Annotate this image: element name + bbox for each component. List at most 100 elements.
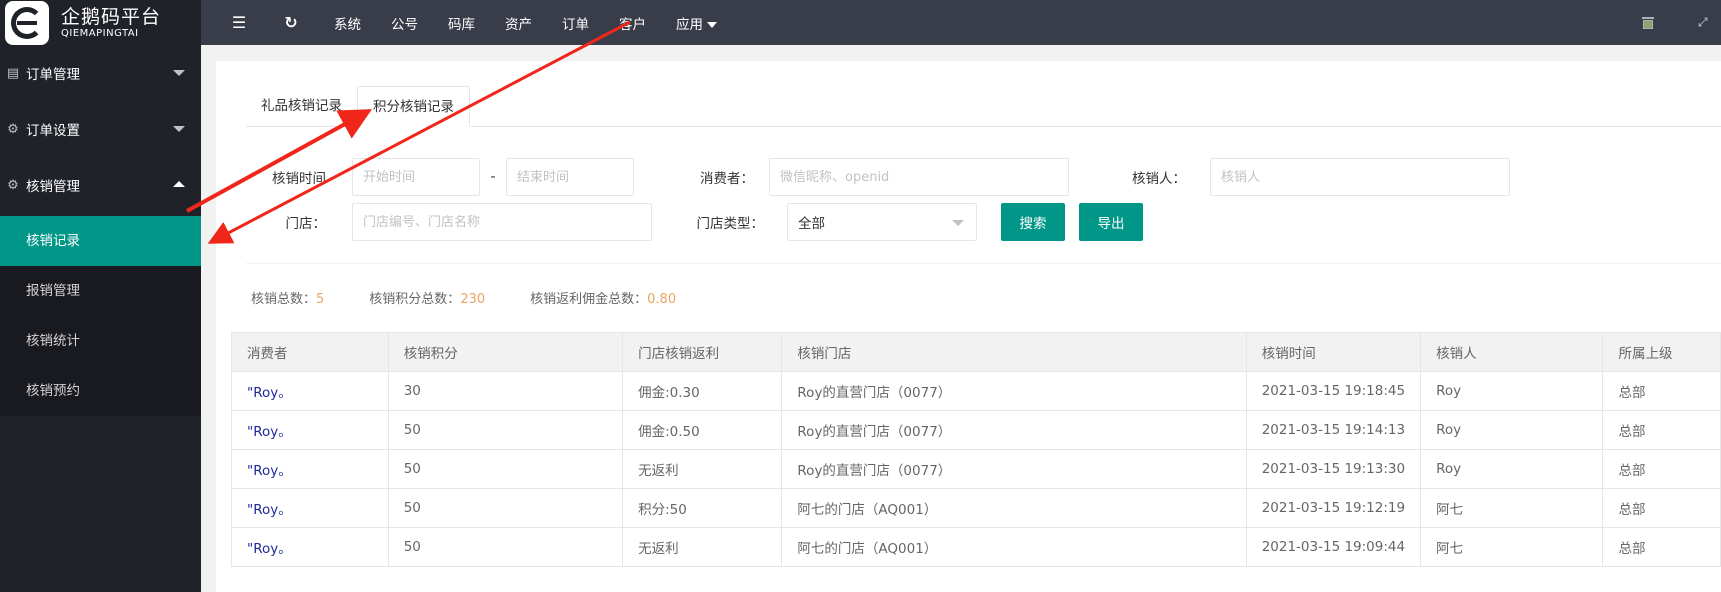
nav-item-assets[interactable]: 资产 xyxy=(505,13,532,33)
stat-label: 核销返利佣金总数： xyxy=(530,292,648,307)
cell-time: 2021-03-15 19:12:19 xyxy=(1245,488,1422,528)
top-nav: ☰ ↻ 系统 公号 码库 资产 订单 客户 应用 xyxy=(220,0,717,45)
gear-icon: ⚙ xyxy=(7,177,19,193)
sidebar-item-verification-booking[interactable]: 核销预约 xyxy=(0,366,201,416)
nav-item-apps-label: 应用 xyxy=(676,16,703,33)
sidebar-item-reimbursement[interactable]: 报销管理 xyxy=(0,266,201,316)
sidebar-item-verification-records[interactable]: 核销记录 xyxy=(0,216,201,266)
end-time-input[interactable] xyxy=(506,158,634,196)
cell-verifier: 阿七 xyxy=(1420,488,1604,528)
consumer-label: 消费者： xyxy=(700,171,754,187)
store-type-value: 全部 xyxy=(798,216,825,232)
cell-consumer[interactable]: "Roy。 xyxy=(231,410,389,450)
table-row: "Roy。 30 佣金:0.30 Roy的直营门店（0077） 2021-03-15 1… xyxy=(231,371,1721,411)
top-bar: 企鹅码平台 QIEMAPINGTAI ☰ ↻ 系统 公号 码库 资产 订单 客户… xyxy=(0,0,1721,45)
cell-verifier: Roy xyxy=(1420,371,1604,411)
cell-points: 50 xyxy=(387,410,624,450)
cell-time: 2021-03-15 19:18:45 xyxy=(1245,371,1422,411)
logo[interactable]: 企鹅码平台 QIEMAPINGTAI xyxy=(0,0,201,45)
col-consumer[interactable]: 消费者 xyxy=(231,332,389,372)
cell-store: 阿七的门店（AQ001） xyxy=(781,527,1247,567)
caret-down-icon xyxy=(707,21,717,28)
store-label: 门店： xyxy=(285,216,327,232)
nav-item-customers[interactable]: 客户 xyxy=(619,13,646,33)
nav-item-official-account[interactable]: 公号 xyxy=(391,13,418,33)
table-header-row: 消费者 核销积分 门店核销返利 核销门店 核销时间 核销人 所属上级 xyxy=(231,332,1721,372)
col-store[interactable]: 核销门店 xyxy=(781,332,1247,372)
nav-item-orders[interactable]: 订单 xyxy=(562,13,589,33)
cell-points: 50 xyxy=(387,527,624,567)
cell-points: 30 xyxy=(387,371,624,411)
stat-value: 0.80 xyxy=(647,292,677,307)
cell-parent: 总部 xyxy=(1602,449,1721,489)
cell-store: Roy的直营门店（0077） xyxy=(781,410,1247,450)
sidebar-item-verification-stats[interactable]: 核销统计 xyxy=(0,316,201,366)
fullscreen-icon[interactable]: ⤢ xyxy=(1698,0,1708,45)
col-time[interactable]: 核销时间 xyxy=(1245,332,1422,372)
nav-item-apps[interactable]: 应用 xyxy=(676,13,717,33)
table-row: "Roy。 50 无返利 阿七的门店（AQ001） 2021-03-15 19:09:4… xyxy=(231,527,1721,567)
cell-consumer[interactable]: "Roy。 xyxy=(231,488,389,528)
cell-consumer[interactable]: "Roy。 xyxy=(231,449,389,489)
tab-bar: 礼品核销记录 积分核销记录 xyxy=(246,86,1721,127)
cell-verifier: 阿七 xyxy=(1420,527,1604,567)
export-button[interactable]: 导出 xyxy=(1079,203,1143,241)
refresh-icon[interactable]: ↻ xyxy=(272,13,310,32)
sidebar: ▤ 订单管理 ⚙ 订单设置 ⚙ 核销管理 核销记录 报销管理 核销统计 核销预约 xyxy=(0,45,201,592)
nav-item-code-library[interactable]: 码库 xyxy=(448,13,475,33)
cell-verifier: Roy xyxy=(1420,410,1604,450)
stats-bar: 核销总数：5 核销积分总数：230 核销返利佣金总数：0.80 xyxy=(251,288,721,307)
records-table: 消费者 核销积分 门店核销返利 核销门店 核销时间 核销人 所属上级 "Roy。… xyxy=(231,332,1721,567)
store-type-label: 门店类型： xyxy=(696,216,765,232)
filter-row-2: 门店： 门店类型： 全部 搜索 导出 xyxy=(246,203,1143,241)
store-input[interactable] xyxy=(352,203,652,241)
col-rebate[interactable]: 门店核销返利 xyxy=(622,332,783,372)
tab-gift-records[interactable]: 礼品核销记录 xyxy=(246,86,357,127)
caret-down-icon xyxy=(952,220,964,226)
cell-time: 2021-03-15 19:13:30 xyxy=(1245,449,1422,489)
filter-row-1: 核销时间 - 消费者： 核销人： xyxy=(246,158,1510,196)
cell-consumer[interactable]: "Roy。 xyxy=(231,527,389,567)
brand-name-en: QIEMAPINGTAI xyxy=(61,27,139,39)
gear-icon: ⚙ xyxy=(7,121,19,137)
cell-parent: 总部 xyxy=(1602,410,1721,450)
table-row: "Roy。 50 无返利 Roy的直营门店（0077） 2021-03-15 19:13… xyxy=(231,449,1721,489)
cell-points: 50 xyxy=(387,488,624,528)
nav-item-system[interactable]: 系统 xyxy=(334,13,361,33)
cell-parent: 总部 xyxy=(1602,527,1721,567)
range-separator: - xyxy=(490,169,496,185)
sidebar-group-label: 订单管理 xyxy=(26,67,80,83)
sidebar-group-verification-management[interactable]: ⚙ 核销管理 xyxy=(0,157,201,213)
sidebar-group-order-management[interactable]: ▤ 订单管理 xyxy=(0,45,201,101)
stat-value: 230 xyxy=(460,292,486,307)
col-parent[interactable]: 所属上级 xyxy=(1602,332,1721,372)
stat-total-points: 核销积分总数：230 xyxy=(369,288,485,307)
sidebar-submenu: 核销记录 报销管理 核销统计 核销预约 xyxy=(0,216,201,416)
start-time-input[interactable] xyxy=(352,158,480,196)
stat-value: 5 xyxy=(316,292,325,307)
sidebar-group-order-settings[interactable]: ⚙ 订单设置 xyxy=(0,101,201,157)
stat-total-count: 核销总数：5 xyxy=(251,288,324,307)
cell-parent: 总部 xyxy=(1602,371,1721,411)
cell-rebate: 佣金:0.50 xyxy=(622,410,783,450)
col-verifier[interactable]: 核销人 xyxy=(1420,332,1604,372)
clipboard-icon: ▤ xyxy=(6,65,20,81)
store-type-select[interactable]: 全部 xyxy=(787,203,977,241)
brand-name: 企鹅码平台 xyxy=(61,5,162,28)
cell-rebate: 无返利 xyxy=(622,527,783,567)
cell-time: 2021-03-15 19:09:44 xyxy=(1245,527,1422,567)
collapse-menu-icon[interactable]: ☰ xyxy=(220,13,258,32)
time-label: 核销时间 xyxy=(272,171,326,187)
cell-consumer[interactable]: "Roy。 xyxy=(231,371,389,411)
search-button[interactable]: 搜索 xyxy=(1001,203,1065,241)
stat-label: 核销积分总数： xyxy=(369,292,461,307)
col-points[interactable]: 核销积分 xyxy=(387,332,624,372)
chevron-down-icon xyxy=(173,126,185,132)
cell-store: Roy的直营门店（0077） xyxy=(781,371,1247,411)
tab-points-records[interactable]: 积分核销记录 xyxy=(357,86,470,127)
trash-icon[interactable] xyxy=(1642,0,1658,45)
consumer-input[interactable] xyxy=(769,158,1069,196)
chevron-up-icon xyxy=(173,181,185,187)
verifier-input[interactable] xyxy=(1210,158,1510,196)
table-row: "Roy。 50 佣金:0.50 Roy的直营门店（0077） 2021-03-15 1… xyxy=(231,410,1721,450)
